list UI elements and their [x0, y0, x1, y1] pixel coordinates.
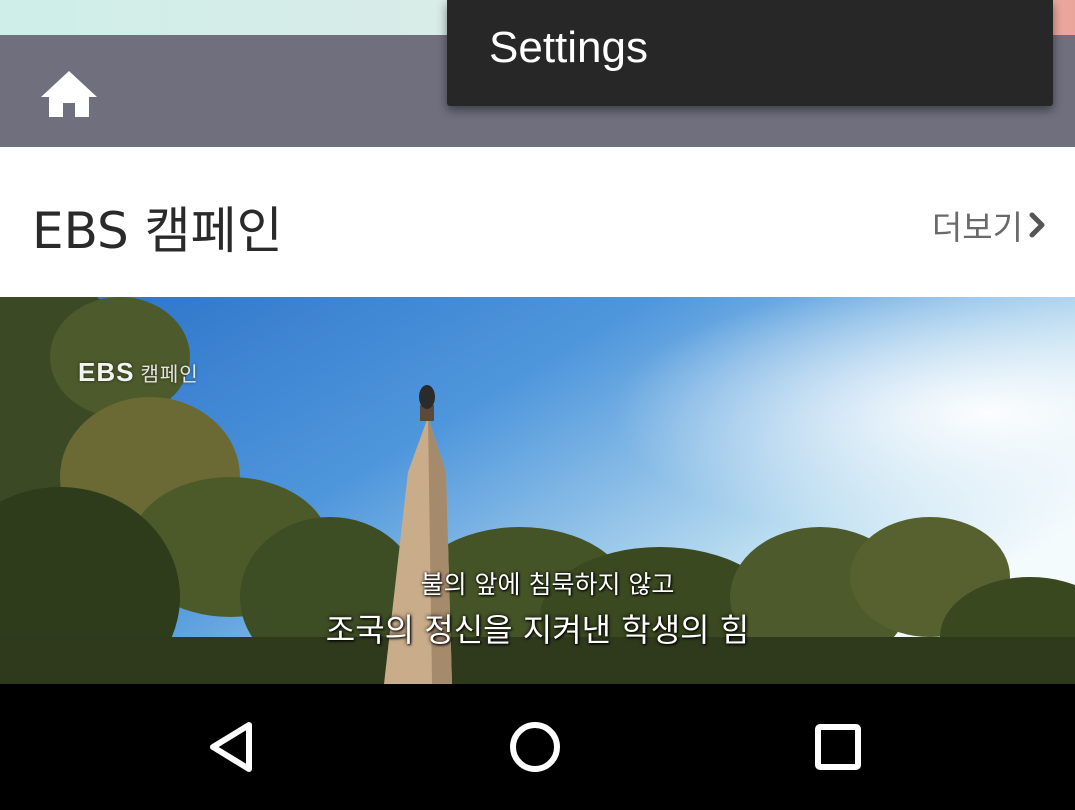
menu-item-settings[interactable]: Settings [447, 0, 1053, 96]
more-label: 더보기 [931, 208, 1023, 247]
watermark-brand: EBS [78, 357, 135, 387]
section-title: EBS 캠페인 [32, 202, 283, 260]
recents-square-icon [815, 724, 861, 770]
ebs-watermark: EBS 캠페인 [78, 357, 199, 388]
overflow-menu: Settings [447, 0, 1053, 106]
video-thumbnail[interactable]: EBS 캠페인 불의 앞에 침묵하지 않고 조국의 정신을 지켜낸 학생의 힘 [0, 297, 1075, 684]
nav-home-button[interactable] [495, 712, 575, 782]
home-circle-icon [510, 722, 560, 772]
home-icon [41, 71, 97, 117]
back-triangle-icon [210, 722, 252, 772]
home-button[interactable] [38, 65, 100, 121]
nav-recents-button[interactable] [798, 712, 878, 782]
caption-line-1: 불의 앞에 침묵하지 않고 [420, 570, 675, 599]
nav-back-button[interactable] [192, 712, 272, 782]
caption-line-2: 조국의 정신을 지켜낸 학생의 힘 [325, 611, 750, 649]
more-link[interactable]: 더보기 [932, 201, 1047, 249]
campaign-section-header: EBS 캠페인 더보기 [0, 147, 1075, 297]
chevron-right-icon [1029, 211, 1047, 239]
watermark-sub: 캠페인 [140, 364, 199, 386]
system-navbar [0, 684, 1075, 810]
